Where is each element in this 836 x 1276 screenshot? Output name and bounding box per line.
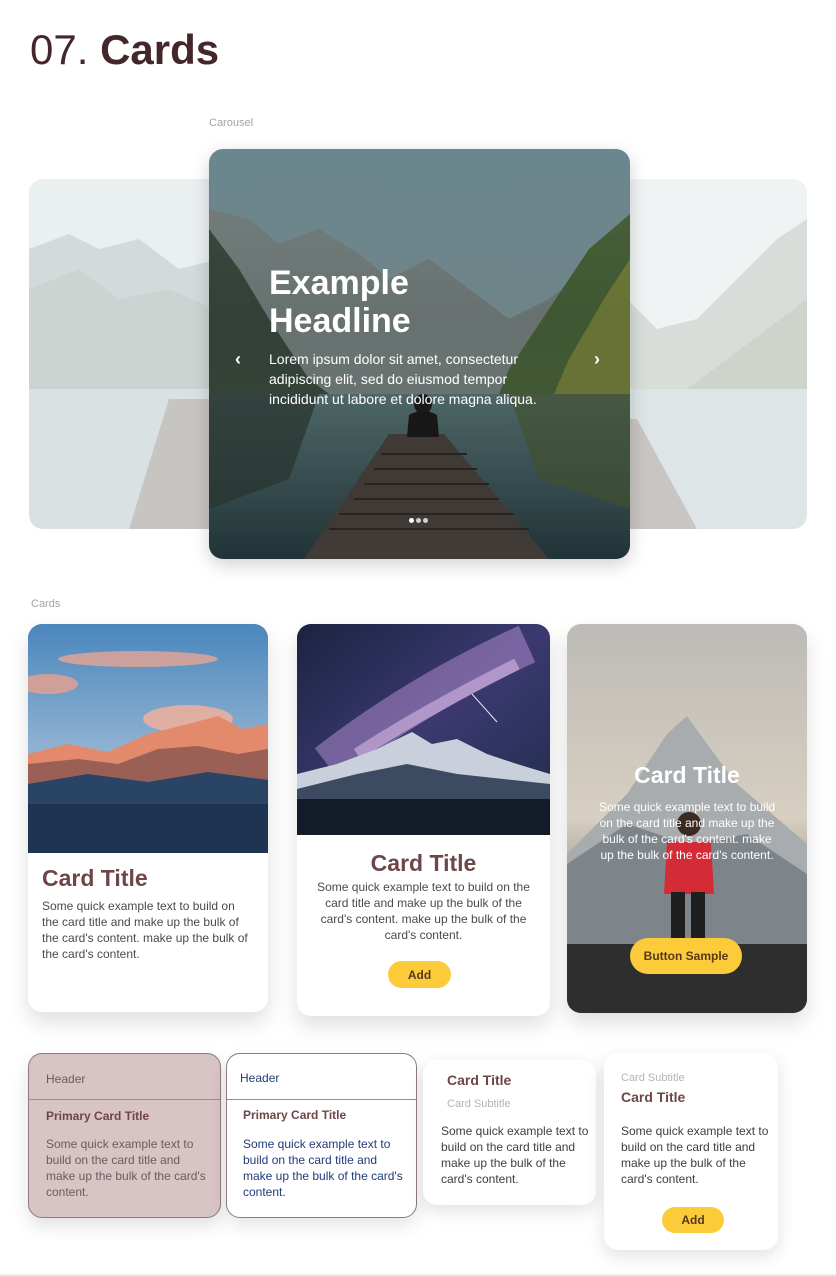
slide-headline: Example Headline [269,264,411,340]
add-button[interactable]: Add [388,961,451,988]
card-text: Some quick example text to build on the … [42,899,248,961]
carousel-dot[interactable] [416,518,421,523]
card-image-top: Card Title Some quick example text to bu… [28,624,268,1012]
carousel-dot[interactable] [409,518,414,523]
header-card-muted: Header Primary Card Title Some quick exa… [28,1053,221,1218]
page-title: 07. Cards [30,26,219,74]
card-title: Card Title [42,865,148,891]
card-header-text: Header [240,1071,280,1085]
button-sample[interactable]: Button Sample [630,938,742,974]
page-number: 07. [30,26,89,73]
card-title: Card Title [370,850,477,876]
card-title: Card Title [634,762,740,788]
card-image-top-centered: Card Title Some quick example text to bu… [297,624,550,1016]
cards-label: Cards [31,598,61,610]
card-text: Some quick example text to build on the … [621,1124,769,1186]
card-title: Primary Card Title [46,1109,150,1123]
carousel-active-slide[interactable]: Example Headline Lorem ipsum dolor sit a… [209,149,630,559]
night-sky-mountain-image [297,624,550,835]
carousel-indicators [409,518,428,523]
carousel-label: Carousel [209,117,254,129]
card-header: Header [227,1054,416,1100]
card-title: Card Title [621,1089,686,1105]
chevron-right-icon[interactable]: › [587,349,607,369]
card-text: Some quick example text to build on the … [243,1137,403,1199]
card-header: Header [29,1054,220,1100]
card-text: Some quick example text to build on the … [317,880,530,942]
title-subtitle-card: Card Title Card Subtitle Some quick exam… [423,1060,596,1205]
chevron-left-icon[interactable]: ‹ [228,349,248,369]
card-image-overlay: Card Title Some quick example text to bu… [567,624,807,1013]
card-text: Some quick example text to build on the … [441,1124,589,1186]
card-header-text: Header [46,1072,86,1086]
card-text: Some quick example text to build on the … [598,800,776,862]
page-title-text: Cards [100,26,220,73]
card-text: Some quick example text to build on the … [46,1137,206,1199]
card-subtitle: Card Subtitle [621,1072,685,1084]
carousel-dot[interactable] [423,518,428,523]
add-button[interactable]: Add [662,1207,724,1233]
slide-text: Lorem ipsum dolor sit amet, consectetur … [269,351,537,407]
header-card-outline: Header Primary Card Title Some quick exa… [226,1053,417,1218]
subtitle-title-card: Card Subtitle Card Title Some quick exam… [604,1053,778,1250]
card-title: Card Title [447,1072,512,1088]
card-subtitle: Card Subtitle [447,1098,511,1110]
mountain-sunset-image [28,624,268,853]
card-title: Primary Card Title [243,1108,347,1122]
